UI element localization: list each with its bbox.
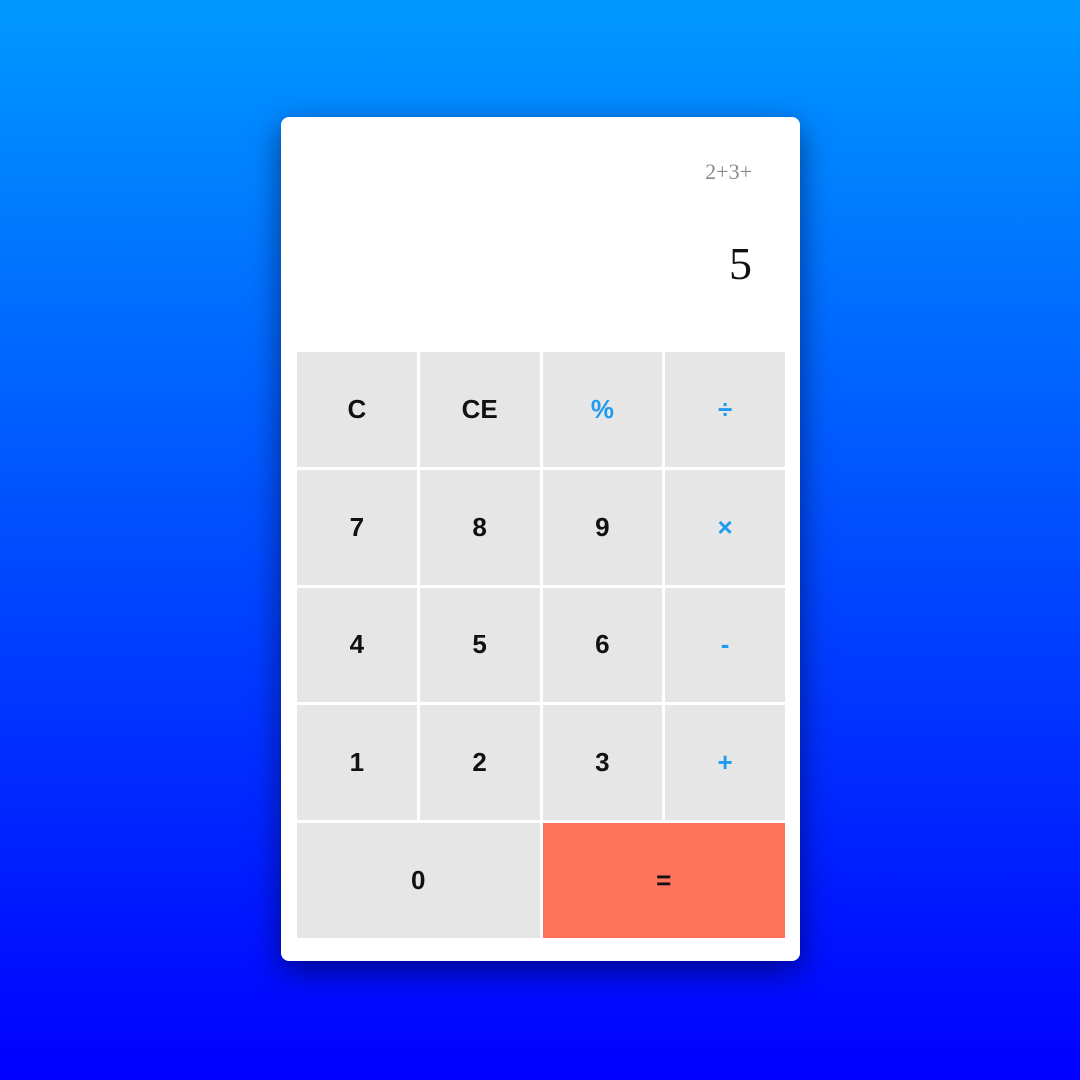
digit-9-button[interactable]: 9 <box>542 469 663 585</box>
clear-button[interactable]: C <box>297 352 417 467</box>
equals-button[interactable]: = <box>542 823 785 938</box>
digit-0-button[interactable]: 0 <box>297 823 540 938</box>
digit-4-button[interactable]: 4 <box>297 587 417 703</box>
digit-1-button[interactable]: 1 <box>297 705 417 821</box>
digit-3-button[interactable]: 3 <box>542 705 663 821</box>
keypad: C CE % ÷ 7 8 9 × 4 5 6 - 1 2 3 + 0 = <box>297 352 785 938</box>
digit-7-button[interactable]: 7 <box>297 469 417 585</box>
add-button[interactable]: + <box>665 705 785 821</box>
subtract-button[interactable]: - <box>665 587 785 703</box>
multiply-button[interactable]: × <box>665 469 785 585</box>
digit-8-button[interactable]: 8 <box>419 469 540 585</box>
clear-entry-button[interactable]: CE <box>419 352 540 467</box>
expression-display: 2+3+ <box>705 159 752 184</box>
digit-5-button[interactable]: 5 <box>419 587 540 703</box>
result-display: 5 <box>729 238 752 289</box>
percent-button[interactable]: % <box>542 352 663 467</box>
digit-6-button[interactable]: 6 <box>542 587 663 703</box>
calculator-display: 2+3+ 5 <box>281 117 800 351</box>
digit-2-button[interactable]: 2 <box>419 705 540 821</box>
divide-button[interactable]: ÷ <box>665 352 785 467</box>
calculator-panel: 2+3+ 5 C CE % ÷ 7 8 9 × 4 5 6 - 1 2 3 + … <box>281 117 800 961</box>
